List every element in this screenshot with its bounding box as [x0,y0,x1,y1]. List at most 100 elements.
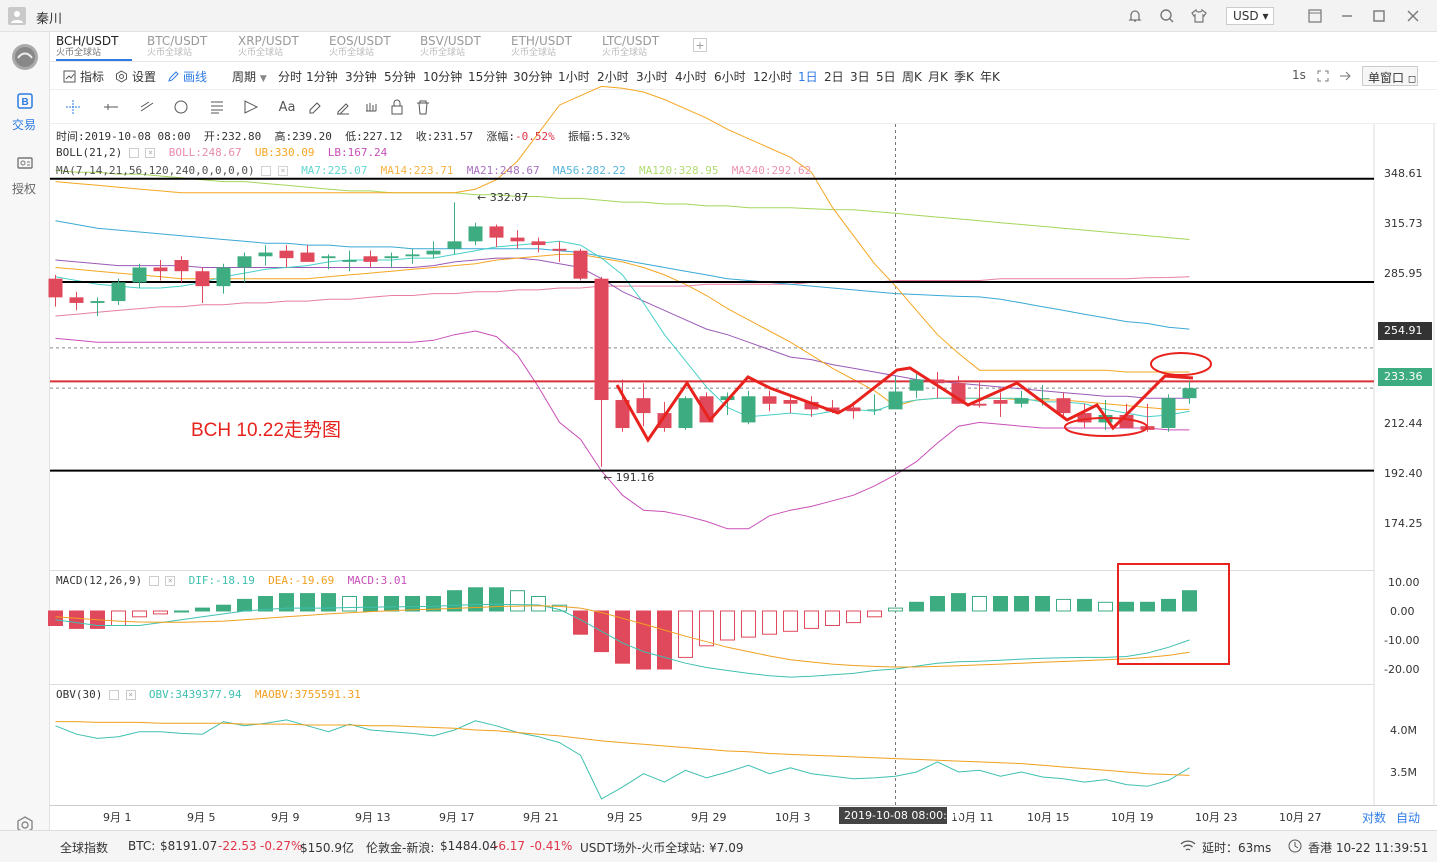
gear-icon[interactable] [261,166,272,176]
price-tick: 315.73 [1384,217,1423,230]
date-label: 9月 13 [355,811,391,824]
candle-body [1014,398,1029,404]
ma7-value: MA7:225.07 [301,164,368,177]
close-icon[interactable]: × [277,166,288,176]
date-label: 10月 27 [1279,811,1322,824]
dashed-price-tag: 254.91 [1378,322,1432,340]
macd-bar [48,610,63,626]
info-close-label: 收: [415,130,434,143]
candle-body [636,398,651,414]
macd-bar [657,610,672,670]
status-bar: 全球指数 BTC: $8191.07 -22.53 -0.27% $150.9亿… [0,830,1437,862]
gear-icon[interactable] [108,690,119,700]
macd-bar [174,610,189,613]
plot-background [50,124,1437,806]
macd-bar [993,596,1008,612]
info-change: -0.52% [514,130,555,143]
candle-body [384,256,399,259]
maobv-value: MAOBV:3755591.31 [254,688,361,701]
btc-price: $8191.07 [160,839,218,853]
macd-bar [951,593,966,612]
candle-body [1161,398,1176,429]
btc-label: BTC: [128,839,156,853]
date-label: 9月 29 [691,811,727,824]
candle-body [972,403,987,406]
macd-bar [930,596,945,612]
info-open: 232.80 [221,130,262,143]
ma14-value: MA14:223.71 [380,164,454,177]
macd-bar [636,610,651,670]
candle-body [363,256,378,262]
low-marker: ← 191.16 [603,471,655,484]
info-change-label: 涨幅: [486,130,515,143]
candle-body [111,282,126,302]
macd-bar [531,596,546,612]
candle-body [678,398,693,429]
macd-bar [1035,596,1050,612]
macd-bar [972,596,987,612]
obv-tick: 4.0M [1390,724,1417,737]
gold-label: 伦敦金-新浪: [366,841,435,855]
candle-body [90,301,105,303]
candle-body [573,250,588,279]
macd-bar [867,610,882,618]
macd-bar [909,601,924,612]
candle-body [132,267,147,283]
auto-scale-button[interactable]: 自动 [1396,809,1420,826]
candle-body [993,400,1008,404]
log-scale-button[interactable]: 对数 [1362,809,1386,826]
candle-body [552,248,567,251]
macd-bar [363,596,378,612]
candle-body [468,226,483,242]
macd-bar [1098,601,1113,612]
macd-bar [615,610,630,664]
macd-bar [195,607,210,612]
gear-icon[interactable] [128,148,139,158]
candle-body [237,256,252,268]
candle-body [867,409,882,411]
macd-dea: DEA:-19.69 [268,574,335,587]
ohlc-info: 时间:2019-10-08 08:00 开:232.80 高:239.20 低:… [56,128,630,144]
date-label: 9月 9 [271,811,300,824]
macd-dif: DIF:-18.19 [188,574,255,587]
macd-bar [1119,601,1134,612]
obv-tick: 3.5M [1390,766,1417,779]
candle-body [762,396,777,404]
gold-pct: -0.41% [530,839,573,853]
date-label: 9月 21 [523,811,559,824]
global-index-label: 全球指数 [60,841,109,855]
date-label: 9月 5 [187,811,216,824]
clock-icon [1288,839,1302,853]
boll-ub: UB:330.09 [254,146,315,159]
usdt-otc: USDT场外-火币全球站: ¥7.09 [580,841,744,855]
gear-icon[interactable] [148,576,159,586]
macd-bar [1077,598,1092,612]
macd-bar [1161,598,1176,612]
candle-body [48,278,63,298]
macd-bar [216,604,231,612]
wifi-icon [1180,839,1196,853]
info-amp: 5.32% [596,130,630,143]
gold-price: $1484.04 [440,839,498,853]
candle-body [1056,398,1071,414]
macd-bar [510,590,525,612]
close-icon[interactable]: × [125,690,136,700]
info-high-label: 高: [274,130,293,143]
close-icon[interactable]: × [165,576,176,586]
macd-bar [1014,596,1029,612]
date-label: 10月 15 [1027,811,1070,824]
macd-bar [384,596,399,612]
macd-bar [153,610,168,615]
macd-tick: -20.00 [1384,663,1420,676]
macd-bar [804,610,819,629]
macd-bar [846,610,861,624]
close-icon[interactable]: × [145,148,156,158]
macd-bar [342,596,357,612]
macd-bar [69,610,84,629]
btc-pct: -0.27% [260,839,303,853]
candle-body [174,260,189,272]
candle-body [216,267,231,287]
macd-bar [762,610,777,635]
latency: 延时：63ms [1202,841,1272,855]
candle-body [342,260,357,262]
